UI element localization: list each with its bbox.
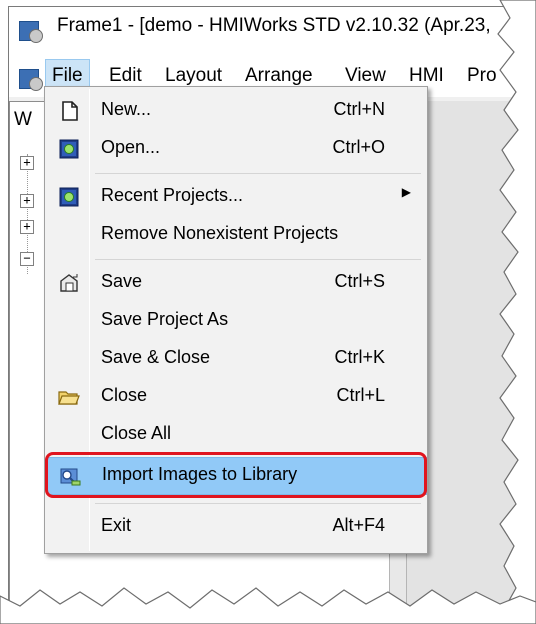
menu-view[interactable]: View [345, 65, 386, 87]
file-menu-dropdown: New... Ctrl+N Open... Ctrl+O Recent Proj… [44, 86, 428, 554]
menu-project[interactable]: Pro [467, 65, 497, 87]
menu-item-label: Save [101, 271, 143, 291]
recent-projects-icon [57, 185, 81, 209]
tree-expand-icon[interactable]: + [20, 194, 34, 208]
menu-separator [95, 503, 421, 504]
menu-separator [95, 173, 421, 174]
menu-item-label: New... [101, 99, 152, 119]
folder-close-icon [57, 385, 81, 409]
menu-item-label: Recent Projects... [101, 185, 244, 205]
menu-item-shortcut: Ctrl+L [336, 385, 385, 405]
menu-item-save[interactable]: Save Ctrl+S [47, 265, 425, 301]
new-document-icon [57, 99, 81, 123]
menu-item-shortcut: Alt+F4 [332, 515, 385, 535]
menu-item-recent-projects[interactable]: Recent Projects... ▶ [47, 179, 425, 215]
menu-item-close-all[interactable]: Close All [47, 417, 425, 453]
menu-item-open[interactable]: Open... Ctrl+O [47, 131, 425, 167]
system-menu-icon[interactable] [19, 67, 43, 91]
tree-expand-icon[interactable]: + [20, 156, 34, 170]
title-bar[interactable]: Frame1 - [demo - HMIWorks STD v2.10.32 (… [9, 7, 536, 57]
menu-item-save-and-close[interactable]: Save & Close Ctrl+K [47, 341, 425, 377]
open-project-icon [57, 137, 81, 161]
menu-item-label: Save Project As [101, 309, 229, 329]
import-images-icon [58, 464, 82, 488]
menu-layout[interactable]: Layout [165, 65, 222, 87]
menu-separator [95, 259, 421, 260]
menu-edit[interactable]: Edit [109, 65, 142, 87]
menu-arrange[interactable]: Arrange [245, 65, 313, 87]
menu-item-remove-nonexistent[interactable]: Remove Nonexistent Projects [47, 217, 425, 253]
menu-item-label: Exit [101, 515, 132, 535]
menu-item-shortcut: Ctrl+N [333, 99, 385, 119]
menu-item-label: Save & Close [101, 347, 211, 367]
menu-item-label: Close [101, 385, 148, 405]
menu-item-import-images[interactable]: Import Images to Library [47, 457, 427, 495]
tree-collapse-icon[interactable]: − [20, 252, 34, 266]
menu-item-new[interactable]: New... Ctrl+N [47, 93, 425, 129]
menu-item-save-project-as[interactable]: Save Project As [47, 303, 425, 339]
menu-item-shortcut: Ctrl+K [334, 347, 385, 367]
window-title: Frame1 - [demo - HMIWorks STD v2.10.32 (… [57, 15, 491, 36]
panel-title: W [14, 109, 32, 130]
app-icon [19, 19, 43, 43]
menu-hmi[interactable]: HMI [409, 65, 444, 87]
save-icon [57, 271, 81, 295]
menu-item-label: Remove Nonexistent Projects [101, 223, 339, 243]
submenu-arrow-icon: ▶ [401, 185, 411, 199]
tree-expand-icon[interactable]: + [20, 220, 34, 234]
menu-item-label: Import Images to Library [102, 464, 298, 484]
menu-item-shortcut: Ctrl+S [334, 271, 385, 291]
menu-item-close[interactable]: Close Ctrl+L [47, 379, 425, 415]
menu-item-shortcut: Ctrl+O [332, 137, 385, 157]
menu-item-label: Open... [101, 137, 161, 157]
menu-item-label: Close All [101, 423, 172, 443]
menu-item-exit[interactable]: Exit Alt+F4 [47, 509, 425, 545]
